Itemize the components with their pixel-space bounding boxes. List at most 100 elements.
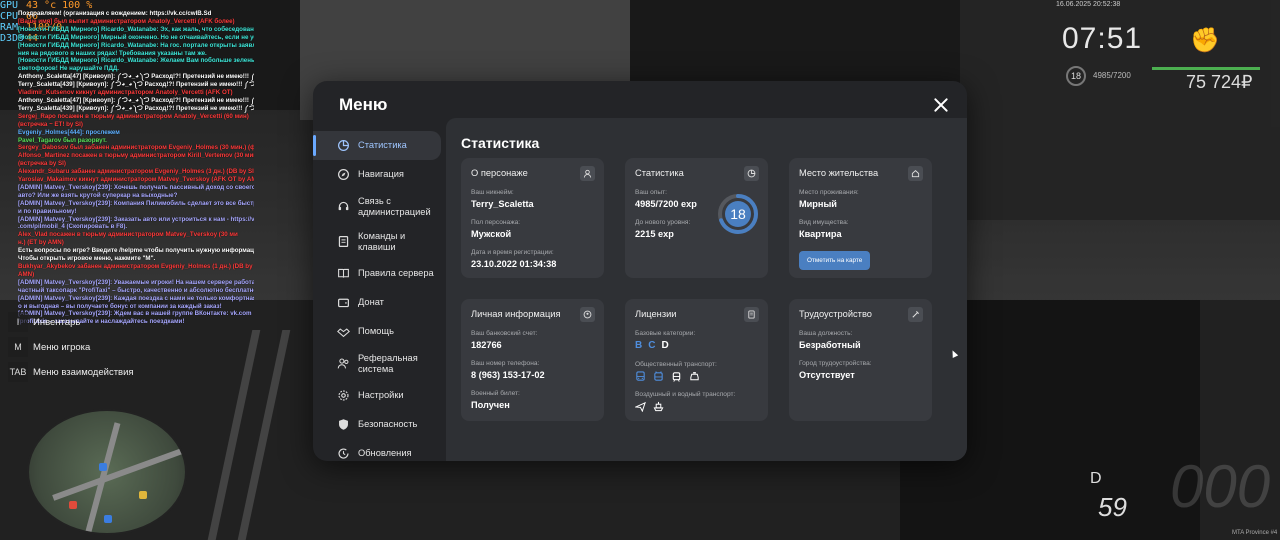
hint-label: Меню взаимодействия [33, 366, 134, 378]
air-water-transport-icons [635, 401, 758, 412]
shield-icon [337, 418, 350, 431]
bank-value: 182766 [471, 340, 502, 350]
nav-item-admin[interactable]: Связь с администрацией [313, 189, 446, 224]
field-label: Ваш номер телефона: [471, 360, 540, 367]
chat-line: Поздравляем! (организация с вождением: h… [18, 10, 212, 17]
card-personal: Личная информация Ваш банковский счет: 1… [461, 299, 604, 421]
nav-label: Команды и клавиши [358, 231, 406, 252]
watermark: MTA Province #4 [1232, 530, 1278, 536]
fuel-readout: 59 [1098, 492, 1127, 522]
chat-line: [Новости ГИБДД Мирного] Ricardo_Watanabe… [18, 57, 254, 65]
card-residence: Место жительства Место проживания: Мирны… [789, 158, 932, 278]
chat-line: Anthony_Scaletta[47] [Кривоуп]: ༼つ◕_◕༽つ … [18, 73, 254, 81]
field-label: Дата и время регистрации: [471, 249, 554, 256]
bus-icon [635, 371, 646, 382]
field-label: Ваш никнейм: [471, 189, 514, 196]
nickname-value: Terry_Scaletta [471, 199, 534, 209]
nav-item-settings[interactable]: Настройки [313, 381, 446, 410]
trolleybus-icon [653, 371, 664, 382]
field-label: Пол персонажа: [471, 219, 521, 226]
menu-nav: Статистика Навигация Связь с администрац… [313, 131, 446, 461]
chat-line: Alexandr_Subaru забанен администратором … [18, 168, 254, 176]
card-title: О персонаже [471, 168, 528, 178]
chat-line: (встречка ~ ET! by SI) [18, 120, 83, 128]
key-cap: I [8, 312, 28, 332]
chat-line: Bukhyar_Akybekov забанен администратором… [18, 263, 253, 270]
field-label: Город трудоустройства: [799, 360, 872, 367]
chat-line: Terry_Scaletta[439] [Кривоуп]: ༼つ◕_◕༽つ Р… [18, 81, 254, 89]
field-label: Место проживания: [799, 189, 859, 196]
user-icon [580, 166, 595, 181]
hint-player-menu: M Меню игрока [8, 335, 134, 359]
document-icon [337, 235, 350, 248]
nav-label: Навигация [358, 169, 404, 180]
menu-window: Меню Статистика Навигация Связь с админи… [313, 81, 967, 461]
nav-item-stats[interactable]: Статистика [313, 131, 441, 160]
card-title: Трудоустройство [799, 309, 872, 319]
card-title: Статистика [635, 168, 684, 178]
chat-line: и по правильному! [18, 207, 77, 215]
nav-item-security[interactable]: Безопасность [313, 410, 446, 439]
card-licenses: Лицензии Базовые категории: B C D Общест… [625, 299, 768, 421]
nav-item-navigation[interactable]: Навигация [313, 160, 446, 189]
chat-line: [Ваше имя] был выпит администратором Ana… [18, 17, 235, 25]
nav-item-donate[interactable]: Донат [313, 288, 446, 317]
chat-line: Alfonso_Martinez посажен в тюрьму админи… [18, 152, 254, 160]
card-stats: Статистика Ваш опыт: 4985/7200 exp До но… [625, 158, 768, 278]
book-icon [337, 267, 350, 280]
category-b: B [635, 340, 643, 351]
field-label: Военный билет: [471, 390, 520, 397]
menu-title: Меню [339, 95, 388, 114]
wallet-icon [337, 296, 350, 309]
gear-icon [337, 389, 350, 402]
nav-label: Реферальная система [358, 353, 418, 374]
nav-item-help[interactable]: Помощь [313, 317, 446, 346]
minimap [27, 409, 187, 535]
ship-icon [653, 401, 664, 412]
place-value: Мирный [799, 199, 837, 209]
money: 75 724₽ [1186, 72, 1253, 92]
key-cap: M [8, 337, 28, 357]
card-about: О персонаже Ваш никнейм: Terry_Scaletta … [461, 158, 604, 278]
field-label: Вид имущества: [799, 219, 849, 226]
level-badge: 18 [1066, 66, 1086, 86]
users-icon [337, 357, 350, 370]
nav-item-referral[interactable]: Реферальная система [313, 346, 446, 381]
nav-item-rules[interactable]: Правила сервера [313, 259, 446, 288]
field-label: Общественный транспорт: [635, 361, 717, 368]
chat-line: [ADMIN] Matvey_Tverskoy[239]: Каждая пое… [18, 294, 254, 302]
field-label: Ваша должность: [799, 330, 853, 337]
hint-label: Инвентарь [33, 316, 81, 328]
chat-line: Чтобы открыть игровое меню, нажмите "M". [18, 255, 156, 263]
compass-icon [337, 168, 350, 181]
chat-line: Sergey_Dabosov был забанен администратор… [18, 144, 254, 152]
chat-line: [Новости ГИБДД Мирного] Ricardo_Watanabe… [18, 25, 254, 33]
chat-line: Evgeniy_Holmes[444]: прослежем [18, 128, 120, 136]
nav-label: Обновления [358, 448, 412, 459]
clock: 07:51 [1062, 22, 1143, 55]
health-bar [1152, 67, 1260, 70]
category-d: D [661, 340, 669, 351]
nav-item-updates[interactable]: Обновления [313, 439, 446, 461]
chat-line: Есть вопросы по игре? Введите /helpme чт… [18, 247, 254, 255]
nav-label: Статистика [358, 140, 407, 151]
nav-label: Связь с администрацией [358, 196, 431, 217]
fist-icon: ✊ [1190, 27, 1220, 54]
mark-on-map-button[interactable]: Отметить на карте [799, 251, 871, 270]
chat-line: Terry_Scaletta[439] [Кривоуп]: ༼つ◕_◕༽つ Р… [18, 104, 254, 112]
nav-item-commands[interactable]: Команды и клавиши [313, 224, 446, 259]
public-transport-icons [635, 371, 758, 382]
property-value: Квартира [799, 229, 842, 239]
chat-line: Sergej_Rapo посажен в тюрьму администрат… [18, 112, 249, 120]
close-icon[interactable] [931, 95, 951, 115]
license-icon [744, 307, 759, 322]
chat-line: Alex_Vlad посажен в тюрьму администратор… [18, 231, 238, 239]
chat-line: авто? Или же взять крутой суперкар на вы… [18, 191, 178, 199]
hint-interaction-menu: TAB Меню взаимодействия [8, 360, 134, 384]
id-card-icon [580, 307, 595, 322]
datetime: 16.06.2025 20:52:38 [1056, 1, 1121, 8]
nav-label: Безопасность [358, 419, 418, 430]
category-c: C [648, 340, 656, 351]
card-title: Место жительства [799, 168, 879, 178]
nav-label: Настройки [358, 390, 404, 401]
